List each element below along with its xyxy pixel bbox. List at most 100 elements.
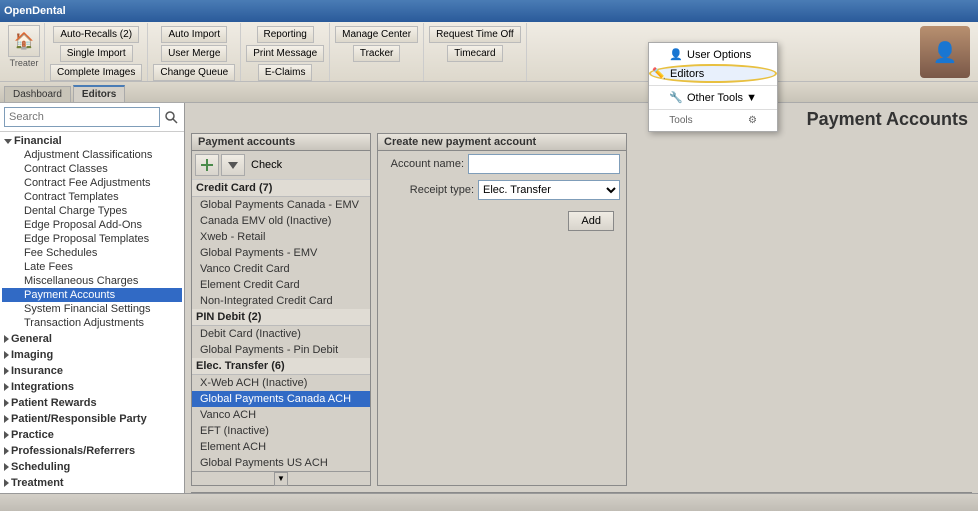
user-options-item[interactable]: 👤 User Options <box>649 45 777 64</box>
pa-item-gp-pin-debit[interactable]: Global Payments - Pin Debit <box>192 342 370 358</box>
account-name-input[interactable] <box>468 154 620 174</box>
tab-editors[interactable]: Editors <box>73 85 125 102</box>
add-payment-btn[interactable] <box>195 154 219 176</box>
pa-item-gp-emv[interactable]: Global Payments - EMV <box>192 245 370 261</box>
tree-group-header-workflows[interactable]: Workflows <box>2 492 182 493</box>
tree-group-header-imaging[interactable]: Imaging <box>2 348 182 362</box>
tree-area: Financial Adjustment Classifications Con… <box>0 132 184 493</box>
tree-group-patient-rewards: Patient Rewards <box>2 396 182 410</box>
tree-item-payment-accounts[interactable]: Payment Accounts <box>2 288 182 302</box>
ribbon-section-treater: 🏠 Treater <box>4 23 45 81</box>
account-name-label: Account name: <box>384 158 464 170</box>
chevron-right-icon7 <box>4 431 9 439</box>
tree-item-system-financial[interactable]: System Financial Settings <box>2 302 182 316</box>
account-name-row: Account name: <box>378 151 626 177</box>
receipt-type-select[interactable]: Elec. Transfer Credit Card PIN Debit <box>478 180 620 200</box>
ribbon-section-tools: Auto Import User Merge Change Queue <box>148 23 241 81</box>
other-tools-item[interactable]: 🔧 Other Tools ▼ <box>649 88 777 107</box>
eclaims-btn[interactable]: E-Claims <box>258 64 313 81</box>
chevron-down-icon <box>4 139 12 144</box>
search-icon[interactable] <box>162 108 180 126</box>
tree-group-insurance: Insurance <box>2 364 182 378</box>
editors-item[interactable]: ✏️ Editors <box>649 64 777 83</box>
credit-card-header[interactable]: Credit Card (7) <box>192 180 370 197</box>
print-message-btn[interactable]: Print Message <box>246 45 324 62</box>
change-queue-btn[interactable]: Change Queue <box>153 64 235 81</box>
search-box <box>0 103 184 132</box>
tree-group-financial: Financial Adjustment Classifications Con… <box>2 134 182 330</box>
ribbon-section-messaging: Manage Center Tracker <box>330 23 424 81</box>
pa-item-non-integrated-cc[interactable]: Non-Integrated Credit Card <box>192 293 370 309</box>
single-import-btn[interactable]: Single Import <box>60 45 133 62</box>
tree-item-fee-schedules[interactable]: Fee Schedules <box>2 246 182 260</box>
pa-item-gp-canada-emv[interactable]: Global Payments Canada - EMV <box>192 197 370 213</box>
manage-center-btn[interactable]: Manage Center <box>335 26 418 43</box>
pa-item-gp-us-ach[interactable]: Global Payments US ACH <box>192 455 370 471</box>
pin-debit-header[interactable]: PIN Debit (2) <box>192 309 370 326</box>
tree-item-contract-classes[interactable]: Contract Classes <box>2 162 182 176</box>
tree-item-late-fees[interactable]: Late Fees <box>2 260 182 274</box>
tracker-btn[interactable]: Tracker <box>353 45 401 62</box>
request-time-btn[interactable]: Request Time Off <box>429 26 521 43</box>
reporting-btn[interactable]: Reporting <box>257 26 314 43</box>
treater-icon-btn[interactable]: 🏠 <box>8 25 40 57</box>
pa-item-element-cc[interactable]: Element Credit Card <box>192 277 370 293</box>
ribbon: 🏠 Treater Auto-Recalls (2) Single Import… <box>0 22 978 103</box>
tree-group-header-scheduling[interactable]: Scheduling <box>2 460 182 474</box>
tree-item-contract-templates[interactable]: Contract Templates <box>2 190 182 204</box>
tree-group-header-patient-rewards[interactable]: Patient Rewards <box>2 396 182 410</box>
tree-item-edge-proposal-addons[interactable]: Edge Proposal Add-Ons <box>2 218 182 232</box>
pa-item-vanco-cc[interactable]: Vanco Credit Card <box>192 261 370 277</box>
search-input[interactable] <box>4 107 160 127</box>
auto-recalls-btn[interactable]: Auto-Recalls (2) <box>53 26 139 43</box>
main-area: Financial Adjustment Classifications Con… <box>0 103 978 493</box>
tree-group-header-practice[interactable]: Practice <box>2 428 182 442</box>
scroll-down-arrow[interactable]: ▼ <box>274 472 288 486</box>
pa-item-vanco-ach[interactable]: Vanco ACH <box>192 407 370 423</box>
pa-item-xweb-ach[interactable]: X-Web ACH (Inactive) <box>192 375 370 391</box>
chevron-right-icon5 <box>4 399 9 407</box>
integrations-label: Integrations <box>11 381 74 393</box>
add-button[interactable]: Add <box>568 211 614 231</box>
pa-item-xweb-retail[interactable]: Xweb - Retail <box>192 229 370 245</box>
general-label: General <box>11 333 52 345</box>
ribbon-section-recalls: Auto-Recalls (2) Single Import Complete … <box>45 23 148 81</box>
pa-item-element-ach[interactable]: Element ACH <box>192 439 370 455</box>
auto-import-btn[interactable]: Auto Import <box>161 26 227 43</box>
professionals-label: Professionals/Referrers <box>11 445 135 457</box>
pa-item-canada-emv-old[interactable]: Canada EMV old (Inactive) <box>192 213 370 229</box>
check-label: Check <box>251 159 282 171</box>
tree-group-header-general[interactable]: General <box>2 332 182 346</box>
practice-label: Practice <box>11 429 54 441</box>
insurance-label: Insurance <box>11 365 63 377</box>
tree-item-dental-charge-types[interactable]: Dental Charge Types <box>2 204 182 218</box>
timecard-btn[interactable]: Timecard <box>447 45 502 62</box>
elec-transfer-list: X-Web ACH (Inactive) Global Payments Can… <box>192 375 370 471</box>
tree-group-patient-responsible: Patient/Responsible Party <box>2 412 182 426</box>
ribbon-section-reporting: Reporting Print Message E-Claims <box>241 23 330 81</box>
tab-dashboard[interactable]: Dashboard <box>4 86 71 102</box>
tree-item-transaction-adjustments[interactable]: Transaction Adjustments <box>2 316 182 330</box>
elec-transfer-header[interactable]: Elec. Transfer (6) <box>192 358 370 375</box>
pa-item-eft[interactable]: EFT (Inactive) <box>192 423 370 439</box>
tools-footer-item[interactable]: Tools ⚙ <box>649 112 777 129</box>
tree-group-header-insurance[interactable]: Insurance <box>2 364 182 378</box>
tree-group-header-patient-responsible[interactable]: Patient/Responsible Party <box>2 412 182 426</box>
user-merge-btn[interactable]: User Merge <box>161 45 227 62</box>
down-payment-btn[interactable] <box>221 154 245 176</box>
ribbon-group-recalls: Auto-Recalls (2) Single Import Complete … <box>45 23 148 81</box>
tools-dropdown: 👤 User Options ✏️ Editors 🔧 Other Tools … <box>648 42 778 132</box>
tree-group-header-financial[interactable]: Financial <box>2 134 182 148</box>
tree-group-header-integrations[interactable]: Integrations <box>2 380 182 394</box>
tree-group-imaging: Imaging <box>2 348 182 362</box>
tree-item-miscellaneous-charges[interactable]: Miscellaneous Charges <box>2 274 182 288</box>
tree-item-contract-fee-adjustments[interactable]: Contract Fee Adjustments <box>2 176 182 190</box>
complete-images-btn[interactable]: Complete Images <box>50 64 142 81</box>
tree-item-adjustment-classifications[interactable]: Adjustment Classifications <box>2 148 182 162</box>
tree-group-header-treatment[interactable]: Treatment <box>2 476 182 490</box>
pa-item-debit-card[interactable]: Debit Card (Inactive) <box>192 326 370 342</box>
status-bar <box>0 493 978 511</box>
tree-group-header-professionals[interactable]: Professionals/Referrers <box>2 444 182 458</box>
pa-item-gp-canada-ach[interactable]: Global Payments Canada ACH <box>192 391 370 407</box>
tree-item-edge-proposal-templates[interactable]: Edge Proposal Templates <box>2 232 182 246</box>
